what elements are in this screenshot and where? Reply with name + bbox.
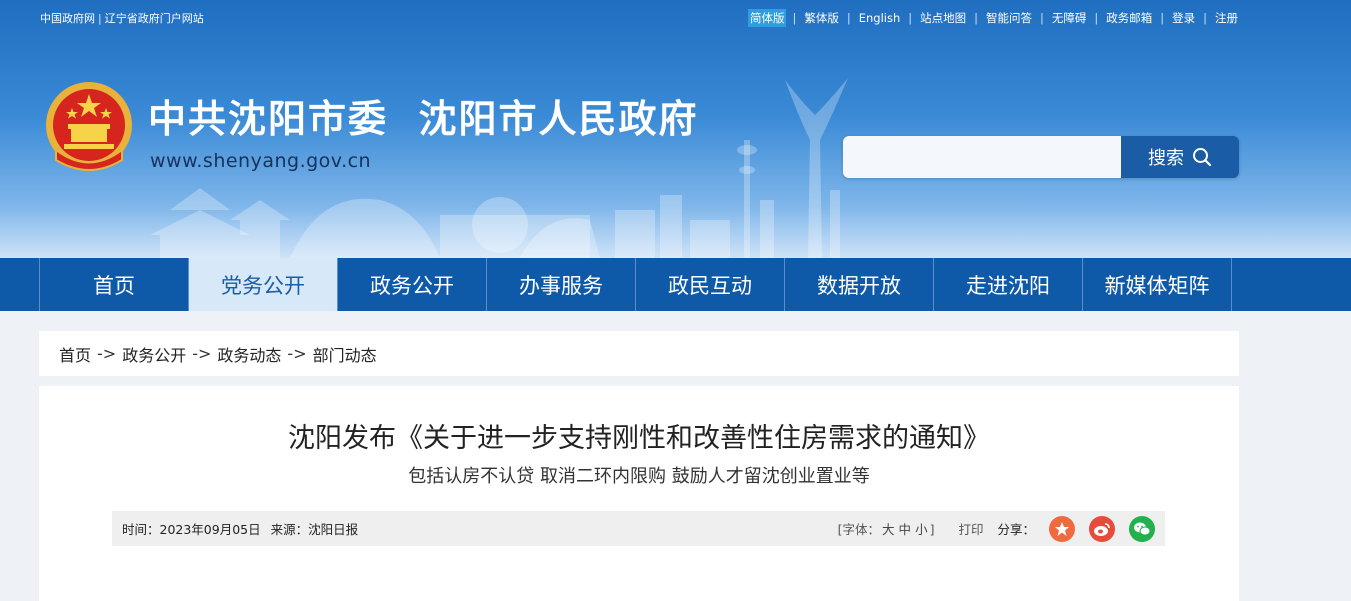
site-title: 中共沈阳市委 沈阳市人民政府 xyxy=(148,97,699,141)
breadcrumb-separator: -> xyxy=(287,344,307,363)
nav-item-home[interactable]: 首页 xyxy=(40,258,189,311)
publish-time: 时间：2023年09月05日 xyxy=(122,522,261,537)
nav-item-services[interactable]: 办事服务 xyxy=(487,258,636,311)
nav-item-open-data[interactable]: 数据开放 xyxy=(785,258,934,311)
link-liaoning-portal[interactable]: 辽宁省政府门户网站 xyxy=(105,12,204,25)
search-button[interactable]: 搜索 xyxy=(1121,136,1239,178)
font-size-label: [字体：大中小] xyxy=(837,522,935,537)
nav-item-interaction[interactable]: 政民互动 xyxy=(636,258,785,311)
site-header: 中国政府网 | 辽宁省政府门户网站 简体版 | 繁体版 | English | 站点地图 |… xyxy=(0,0,1351,258)
wechat-icon[interactable] xyxy=(1129,515,1155,542)
font-size-large[interactable]: 大 xyxy=(882,522,895,537)
search-button-label: 搜索 xyxy=(1148,148,1184,169)
article-subtitle: 包括认房不认贷 取消二环内限购 鼓励人才留沈创业置业等 xyxy=(408,466,870,487)
link-smart-qa[interactable]: 智能问答 xyxy=(984,9,1034,27)
nav-item-about-shenyang[interactable]: 走进沈阳 xyxy=(934,258,1083,311)
article-title: 沈阳发布《关于进一步支持刚性和改善性住房需求的通知》 xyxy=(288,423,990,454)
site-url: www.shenyang.gov.cn xyxy=(150,150,372,172)
breadcrumb-home[interactable]: 首页 xyxy=(59,342,91,366)
link-gov-cn[interactable]: 中国政府网 xyxy=(40,12,95,25)
article-source: 来源：沈阳日报 xyxy=(270,522,359,537)
topbar-right-links: 简体版 | 繁体版 | English | 站点地图 | 智能问答 | 无障碍 | 政务邮箱… xyxy=(747,9,1240,27)
link-register[interactable]: 注册 xyxy=(1213,9,1240,27)
topbar-left-links: 中国政府网 | 辽宁省政府门户网站 xyxy=(40,12,204,25)
nav-item-gov-affairs[interactable]: 政务公开 xyxy=(338,258,487,311)
link-simplified[interactable]: 简体版 xyxy=(747,9,787,27)
link-accessibility[interactable]: 无障碍 xyxy=(1050,9,1089,27)
national-emblem-logo xyxy=(46,82,132,171)
share-label: 分享： xyxy=(997,522,1035,537)
nav-item-party-affairs[interactable]: 党务公开 xyxy=(189,258,338,311)
breadcrumb-separator: -> xyxy=(192,344,212,363)
breadcrumb-dept-news[interactable]: 部门动态 xyxy=(313,342,377,366)
search-icon xyxy=(1193,148,1212,167)
font-size-small[interactable]: 小 xyxy=(915,522,928,537)
breadcrumb-separator: -> xyxy=(97,344,117,363)
breadcrumb-gov-affairs[interactable]: 政务公开 xyxy=(122,342,186,366)
search-input[interactable] xyxy=(843,136,1121,178)
font-size-medium[interactable]: 中 xyxy=(899,522,912,537)
article-panel: 沈阳发布《关于进一步支持刚性和改善性住房需求的通知》 包括认房不认贷 取消二环内… xyxy=(39,386,1239,601)
qzone-icon[interactable] xyxy=(1049,515,1075,542)
print-link[interactable]: 打印 xyxy=(958,519,983,538)
breadcrumb: 首页 -> 政务公开 -> 政务动态 -> 部门动态 xyxy=(39,331,1239,376)
link-english[interactable]: English xyxy=(857,10,903,26)
nav-item-new-media[interactable]: 新媒体矩阵 xyxy=(1083,258,1232,311)
link-login[interactable]: 登录 xyxy=(1170,9,1197,27)
main-nav: 首页 党务公开 政务公开 办事服务 政民互动 数据开放 走进沈阳 新媒体矩阵 xyxy=(0,258,1351,311)
link-traditional[interactable]: 繁体版 xyxy=(802,9,841,27)
article-meta-bar: 时间：2023年09月05日 来源：沈阳日报 [字体：大中小] 打印 分享： xyxy=(112,511,1165,546)
link-sitemap[interactable]: 站点地图 xyxy=(918,9,968,27)
search-box: 搜索 xyxy=(843,136,1239,178)
breadcrumb-gov-news[interactable]: 政务动态 xyxy=(217,342,281,366)
weibo-icon[interactable] xyxy=(1089,515,1115,542)
link-gov-mail[interactable]: 政务邮箱 xyxy=(1104,9,1154,27)
